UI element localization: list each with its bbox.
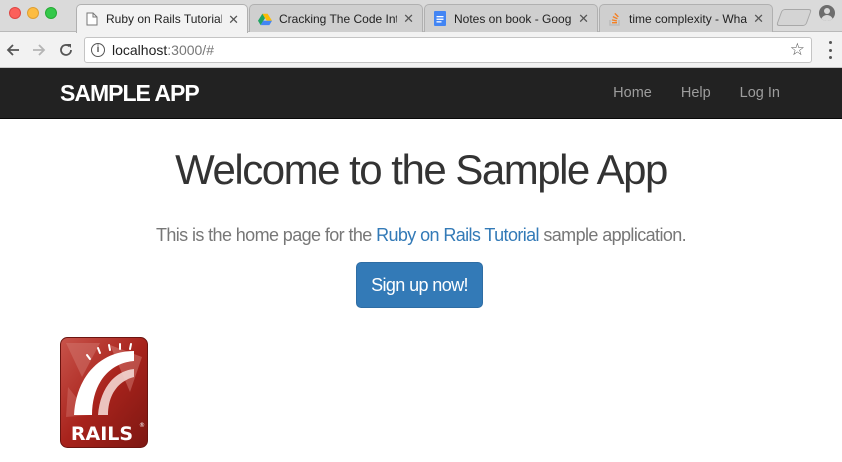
window-zoom-button[interactable] xyxy=(45,7,57,19)
browser-tab[interactable]: Cracking The Code Interview ✕ xyxy=(249,4,423,32)
close-icon[interactable]: ✕ xyxy=(578,12,589,25)
window-minimize-button[interactable] xyxy=(27,7,39,19)
lead-text-end: sample application. xyxy=(538,225,687,245)
tab-title: time complexity - What xyxy=(629,11,748,26)
url-path: :3000/# xyxy=(167,42,214,58)
browser-toolbar: i localhost:3000/# ☆ xyxy=(0,32,842,68)
browser-tab[interactable]: Ruby on Rails Tutorial ✕ xyxy=(76,4,248,33)
profile-icon[interactable] xyxy=(819,5,835,21)
menu-icon[interactable] xyxy=(828,41,832,59)
lead-paragraph: This is the home page for the Ruby on Ra… xyxy=(0,225,842,246)
tab-title: Ruby on Rails Tutorial xyxy=(106,12,223,26)
info-icon[interactable]: i xyxy=(91,43,105,57)
tab-title: Cracking The Code Interview xyxy=(279,11,397,26)
browser-tab[interactable]: Notes on book - Google Docs ✕ xyxy=(424,4,598,32)
forward-arrow-icon[interactable] xyxy=(28,39,50,61)
back-arrow-icon[interactable] xyxy=(2,39,24,61)
sign-up-button[interactable]: Sign up now! xyxy=(356,262,483,308)
close-icon[interactable]: ✕ xyxy=(403,12,414,25)
svg-text:®: ® xyxy=(139,422,145,429)
browser-tab[interactable]: time complexity - What ✕ xyxy=(599,4,773,32)
close-icon[interactable]: ✕ xyxy=(753,12,764,25)
rails-logo-link[interactable]: RAILS ® xyxy=(60,337,148,448)
nav-home-link[interactable]: Home xyxy=(613,85,652,101)
app-navbar: sample app Home Help Log In xyxy=(0,68,842,119)
page-title: Welcome to the Sample App xyxy=(175,146,668,193)
docs-icon xyxy=(433,11,447,26)
new-tab-button[interactable] xyxy=(775,9,813,26)
page-icon xyxy=(85,12,99,26)
brand-logo-link[interactable]: sample app xyxy=(60,80,200,107)
nav-login-link[interactable]: Log In xyxy=(740,85,780,101)
rails-logo-text: RAILS xyxy=(71,423,133,445)
address-bar[interactable]: i localhost:3000/# ☆ xyxy=(84,37,812,63)
rails-tutorial-link[interactable]: Ruby on Rails Tutorial xyxy=(376,225,539,245)
bookmark-star-icon[interactable]: ☆ xyxy=(790,40,805,60)
window-close-button[interactable] xyxy=(9,7,21,19)
reload-icon[interactable] xyxy=(55,39,77,61)
tab-title: Notes on book - Google Docs xyxy=(454,11,572,26)
rails-logo-icon: RAILS ® xyxy=(60,337,148,448)
url-host: localhost xyxy=(112,42,168,58)
nav-help-link[interactable]: Help xyxy=(681,85,711,101)
lead-text: This is the home page for the xyxy=(155,225,377,245)
stackoverflow-icon xyxy=(608,12,622,26)
close-icon[interactable]: ✕ xyxy=(228,13,239,26)
drive-icon xyxy=(258,12,272,26)
nav-links: Home Help Log In xyxy=(613,68,780,118)
browser-tab-strip: Ruby on Rails Tutorial ✕ Cracking The Co… xyxy=(0,0,842,33)
